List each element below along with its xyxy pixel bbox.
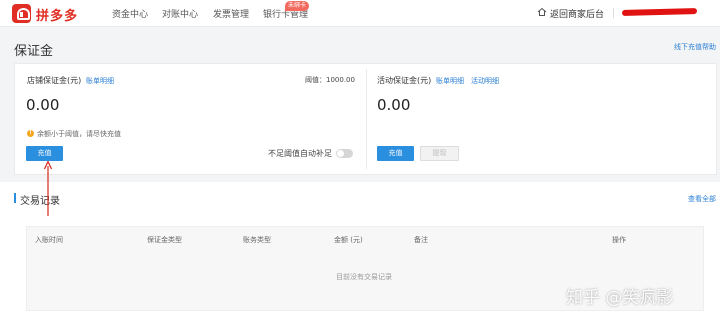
store-bill-detail-link[interactable]: 账单明细 bbox=[86, 76, 114, 86]
page-title: 保证金 bbox=[14, 44, 54, 59]
column-header-remark: 备注 bbox=[414, 236, 428, 244]
unbound-card-badge: 未绑卡 bbox=[285, 1, 310, 11]
auto-refill-toggle[interactable] bbox=[336, 149, 353, 158]
column-header-amount: 金额 (元) bbox=[334, 236, 363, 244]
threshold-value: 阈值：1000.00 bbox=[305, 76, 355, 84]
withdraw-button[interactable]: 提现 bbox=[420, 146, 459, 161]
offline-recharge-help-link[interactable]: 线下充值帮助 bbox=[674, 42, 716, 52]
pinduoduo-logo-icon[interactable] bbox=[12, 4, 31, 23]
column-header-time: 入账时间 bbox=[35, 236, 63, 244]
brand-name[interactable]: 拼多多 bbox=[36, 5, 78, 24]
store-recharge-button[interactable]: 充值 bbox=[26, 146, 63, 161]
low-balance-warning: 余额小于阈值，请尽快充值 bbox=[37, 130, 121, 138]
nav-item-funds-center[interactable]: 资金中心 bbox=[112, 7, 148, 20]
store-deposit-label: 店铺保证金(元) bbox=[27, 76, 82, 85]
annotation-arrow bbox=[44, 161, 52, 216]
auto-refill-label: 不足阈值自动补足 bbox=[268, 149, 332, 158]
column-header-deposit-type: 保证金类型 bbox=[147, 236, 182, 244]
zhihu-watermark: 知乎 @笑疯影 bbox=[566, 288, 674, 308]
view-all-link[interactable]: 查看全部 bbox=[688, 194, 716, 204]
transaction-title: 交易记录 bbox=[20, 196, 60, 207]
top-nav-bar bbox=[0, 0, 720, 27]
back-to-merchant-link[interactable]: 返回商家后台 bbox=[550, 7, 604, 20]
column-header-action: 操作 bbox=[612, 236, 626, 244]
empty-records-text: 目前没有交易记录 bbox=[336, 273, 392, 281]
nav-item-reconciliation[interactable]: 对账中心 bbox=[162, 7, 198, 20]
home-icon bbox=[537, 7, 547, 16]
warning-icon: ! bbox=[27, 130, 34, 137]
activity-bill-detail-link[interactable]: 账单明细 bbox=[436, 76, 464, 86]
section-accent-bar bbox=[14, 193, 16, 203]
activity-deposit-label: 活动保证金(元) bbox=[377, 76, 432, 85]
nav-item-invoice[interactable]: 发票管理 bbox=[213, 7, 249, 20]
activity-detail-link[interactable]: 活动明细 bbox=[471, 76, 499, 86]
column-header-account-type: 账务类型 bbox=[243, 236, 271, 244]
panel-divider bbox=[366, 69, 367, 169]
activity-deposit-amount: 0.00 bbox=[377, 96, 411, 114]
nav-divider bbox=[613, 8, 614, 18]
store-deposit-amount: 0.00 bbox=[26, 96, 60, 114]
activity-recharge-button[interactable]: 充值 bbox=[377, 146, 414, 161]
